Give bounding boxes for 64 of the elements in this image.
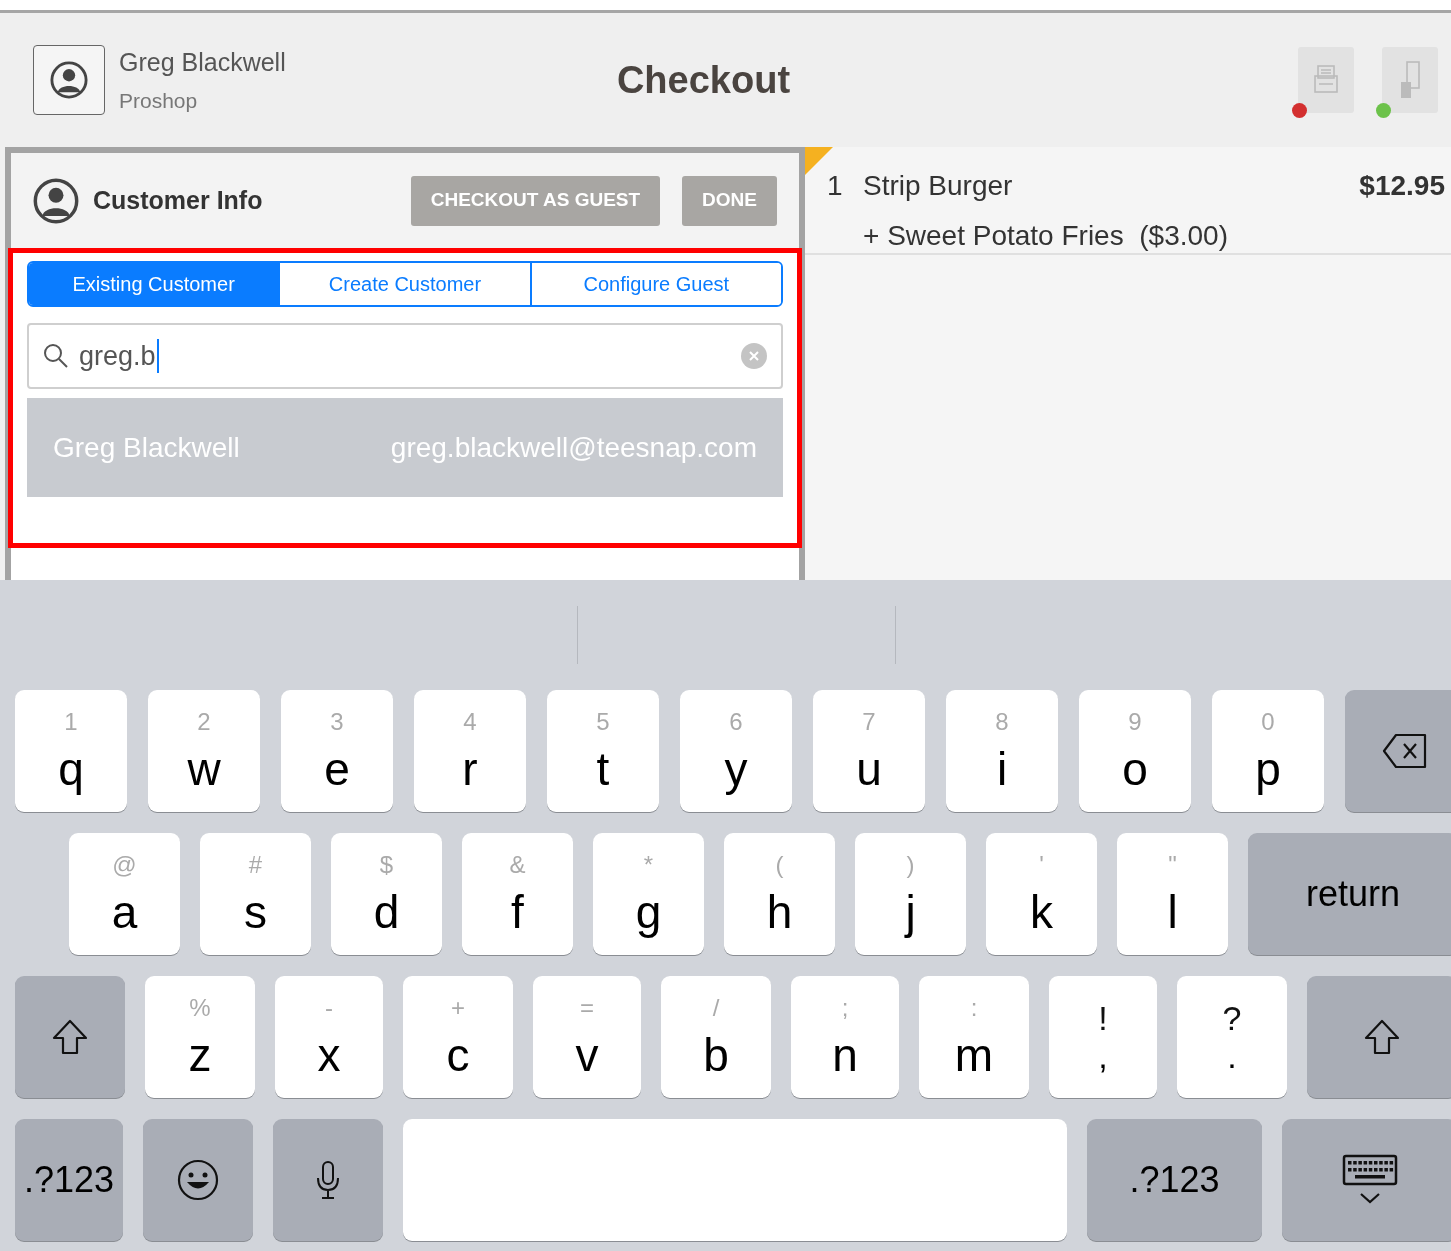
item-name: Strip Burger [863, 169, 1014, 203]
search-field[interactable]: greg.b [27, 323, 783, 389]
letter-key[interactable]: + c [403, 976, 513, 1098]
user-button[interactable] [33, 45, 105, 115]
letter-key[interactable]: * g [593, 833, 704, 955]
backspace-icon [1382, 733, 1428, 769]
letter-key[interactable]: " l [1117, 833, 1228, 955]
letter-key[interactable]: & f [462, 833, 573, 955]
shift-key[interactable] [1307, 976, 1451, 1098]
microphone-icon [316, 1160, 340, 1200]
letter-key[interactable]: 0 p [1212, 690, 1324, 812]
segment-tab[interactable]: Configure Guest [529, 263, 781, 305]
search-icon [43, 343, 69, 369]
letter-key[interactable]: ) j [855, 833, 966, 955]
letter-key[interactable]: 5 t [547, 690, 659, 812]
user-name: Greg Blackwell [119, 46, 287, 78]
page-title: Checkout [616, 57, 791, 103]
letter-key[interactable]: ! , [1049, 976, 1157, 1098]
letter-key[interactable]: ? . [1177, 976, 1287, 1098]
letter-key[interactable]: $ d [331, 833, 442, 955]
segment-tab[interactable]: Existing Customer [29, 263, 279, 305]
letter-key[interactable]: 7 u [813, 690, 925, 812]
keyboard-key[interactable]: return [1248, 833, 1451, 955]
shift-icon [51, 1018, 89, 1056]
emoji-key[interactable] [143, 1119, 253, 1241]
space-key[interactable] [403, 1119, 1067, 1241]
letter-key[interactable]: @ a [69, 833, 180, 955]
letter-key[interactable]: / b [661, 976, 771, 1098]
location-label: Proshop [119, 88, 199, 114]
letter-key[interactable]: : m [919, 976, 1029, 1098]
device-button[interactable] [1382, 47, 1438, 113]
letter-key[interactable]: ' k [986, 833, 1097, 955]
letter-key[interactable]: 9 o [1079, 690, 1191, 812]
smiley-icon [177, 1159, 219, 1201]
letter-key[interactable]: = v [533, 976, 641, 1098]
backspace-key[interactable] [1345, 690, 1451, 812]
letter-key[interactable]: 4 r [414, 690, 526, 812]
shift-icon [1363, 1018, 1401, 1056]
corner-marker [805, 147, 833, 175]
letter-key[interactable]: ; n [791, 976, 899, 1098]
shift-key[interactable] [15, 976, 125, 1098]
letter-key[interactable]: % z [145, 976, 255, 1098]
keyboard-key[interactable]: .?123 [15, 1119, 123, 1241]
customer-icon [33, 177, 79, 224]
letter-key[interactable]: 2 w [148, 690, 260, 812]
item-price: $12.95 [1359, 169, 1445, 203]
printer-icon [1313, 64, 1339, 96]
user-icon [50, 61, 88, 99]
letter-key[interactable]: - x [275, 976, 383, 1098]
item-modifier: + Sweet Potato Fries ($3.00) [863, 219, 1229, 253]
keyboard-key[interactable]: .?123 [1087, 1119, 1262, 1241]
letter-key[interactable]: 6 y [680, 690, 792, 812]
clear-icon[interactable] [741, 343, 767, 369]
panel-title: Customer Info [93, 184, 264, 216]
letter-key[interactable]: # s [200, 833, 311, 955]
keyboard-hide-icon [1341, 1154, 1398, 1206]
letter-key[interactable]: 3 e [281, 690, 393, 812]
letter-key[interactable]: ( h [724, 833, 835, 955]
letter-key[interactable]: 8 i [946, 690, 1058, 812]
item-quantity: 1 [827, 169, 844, 203]
mic-key[interactable] [273, 1119, 383, 1241]
device-button[interactable] [1298, 47, 1354, 113]
letter-key[interactable]: 1 q [15, 690, 127, 812]
hide-key[interactable] [1282, 1119, 1451, 1241]
